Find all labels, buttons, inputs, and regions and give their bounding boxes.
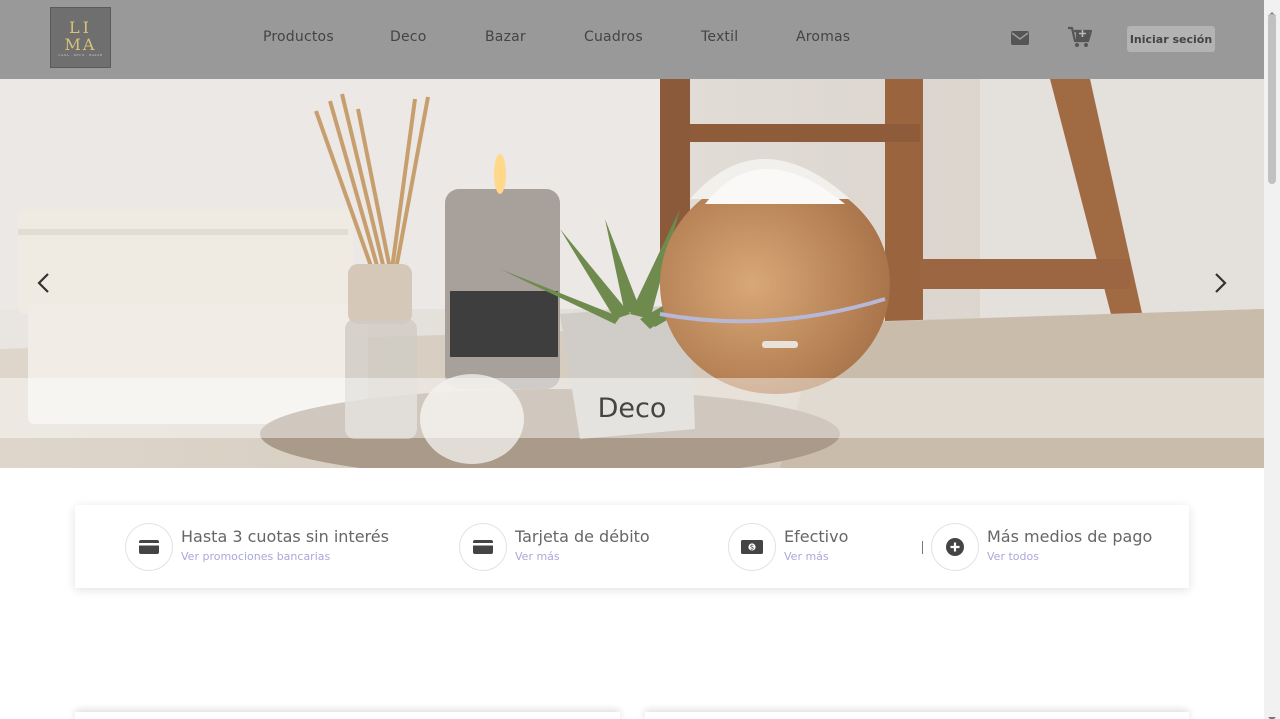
nav-item-cuadros[interactable]: Cuadros [584,29,643,45]
product-card[interactable] [645,712,1189,719]
nav-item-aromas[interactable]: Aromas [796,29,850,45]
payment-title: Tarjeta de débito [515,527,650,546]
site-header: LI MA CASA · DECO · BAZAR Productos Deco… [0,0,1264,79]
cart-icon[interactable] [1067,25,1093,53]
nav-item-textil[interactable]: Textil [701,29,738,45]
nav-item-productos[interactable]: Productos [263,29,334,45]
nav-item-deco[interactable]: Deco [390,29,426,45]
credit-card-icon [125,523,173,571]
product-card[interactable] [75,712,620,719]
brand-logo[interactable]: LI MA CASA · DECO · BAZAR [50,7,111,68]
hero-caption: Deco [0,378,1264,438]
mail-icon[interactable] [1010,30,1030,50]
debit-card-icon [459,523,507,571]
carousel-next-icon[interactable] [1208,271,1232,295]
carousel-prev-icon[interactable] [32,271,56,295]
payment-link[interactable]: Ver más [784,550,829,563]
scroll-thumb[interactable] [1268,14,1276,184]
login-button[interactable]: Iniciar seción [1127,26,1215,52]
payment-title: Efectivo [784,527,849,546]
logo-text-top: LI [69,17,92,37]
payment-title: Hasta 3 cuotas sin interés [181,527,389,546]
payment-title: Más medios de pago [987,527,1153,546]
divider [922,541,923,554]
payment-methods: Hasta 3 cuotas sin interés Ver promocion… [75,505,1189,588]
nav-item-bazar[interactable]: Bazar [485,29,526,45]
hero-title: Deco [597,392,667,424]
cash-icon: $ [728,523,776,571]
svg-text:$: $ [750,544,754,552]
scroll-down-icon[interactable] [1268,708,1276,719]
hero-carousel: Deco [0,79,1264,468]
plus-circle-icon [931,523,979,571]
logo-tagline: CASA · DECO · BAZAR [58,52,103,57]
payment-link[interactable]: Ver todos [987,550,1039,563]
payment-link[interactable]: Ver promociones bancarias [181,550,330,563]
scroll-up-icon[interactable] [1268,3,1276,16]
logo-text-bottom: MA [64,34,97,54]
payment-link[interactable]: Ver más [515,550,560,563]
page-scrollbar[interactable] [1264,0,1280,719]
